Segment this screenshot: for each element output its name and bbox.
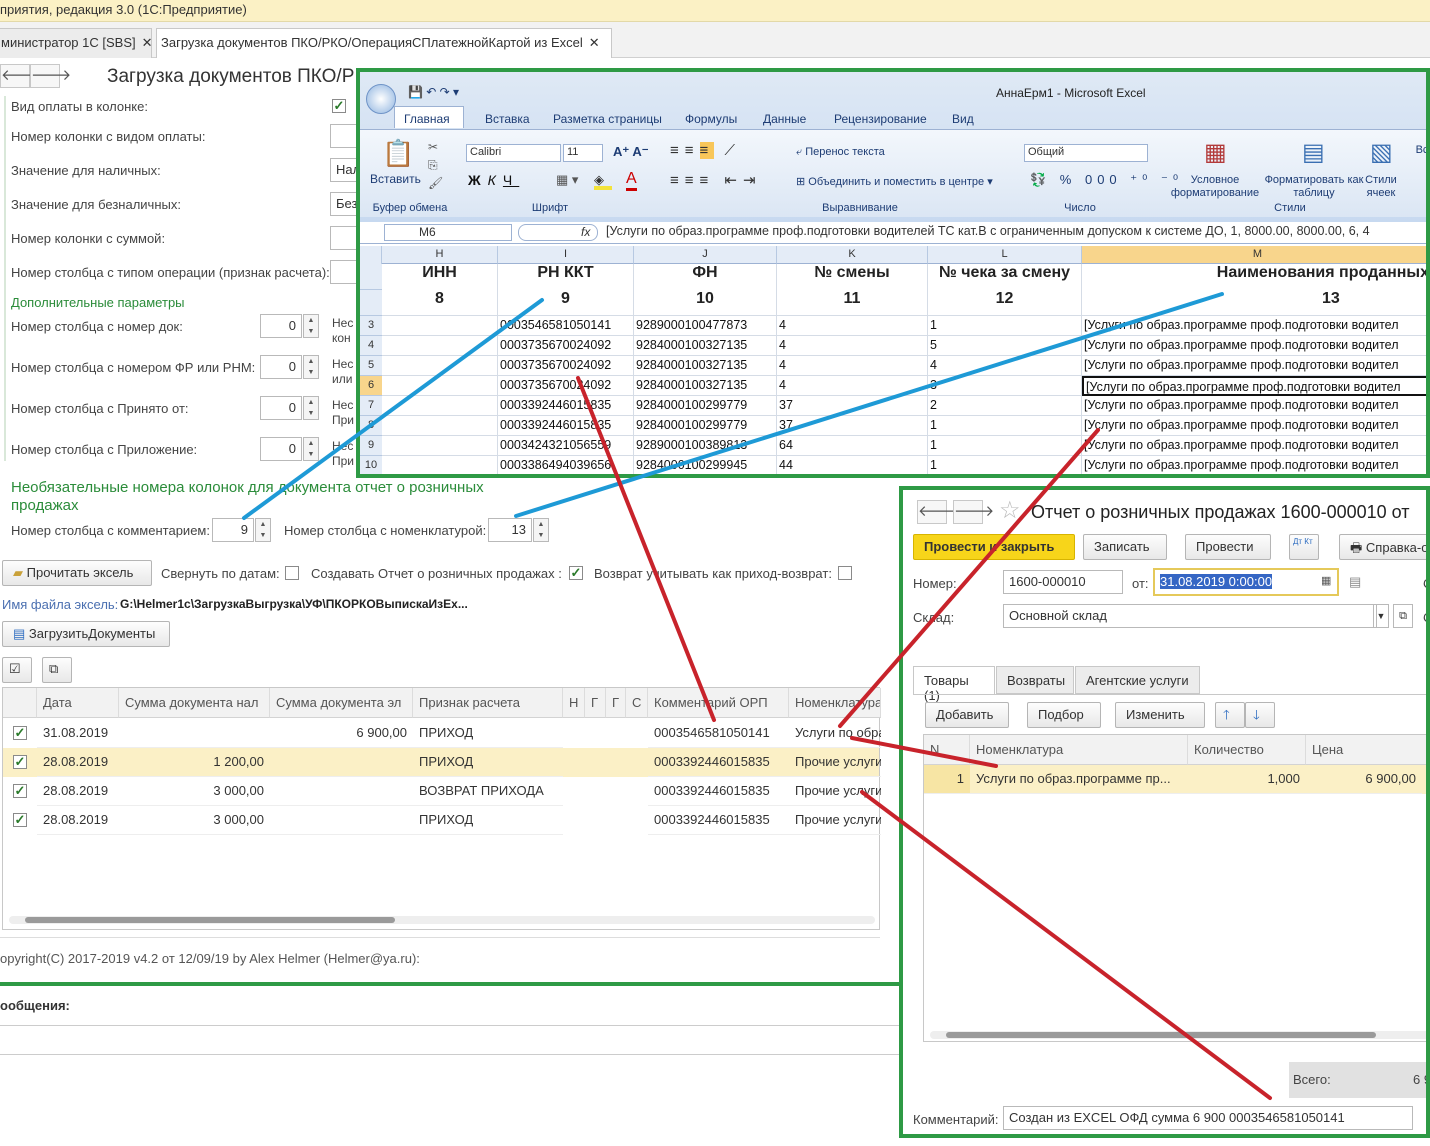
red-line-nomen-report — [850, 736, 998, 768]
red-line-nomen-1c — [838, 428, 1100, 728]
annotation-lines — [242, 292, 1272, 1100]
red-line-comment — [860, 790, 1272, 1100]
red-line-orp — [576, 376, 716, 722]
blue-line-nomen — [514, 292, 1224, 518]
blue-line-comment — [242, 298, 544, 520]
